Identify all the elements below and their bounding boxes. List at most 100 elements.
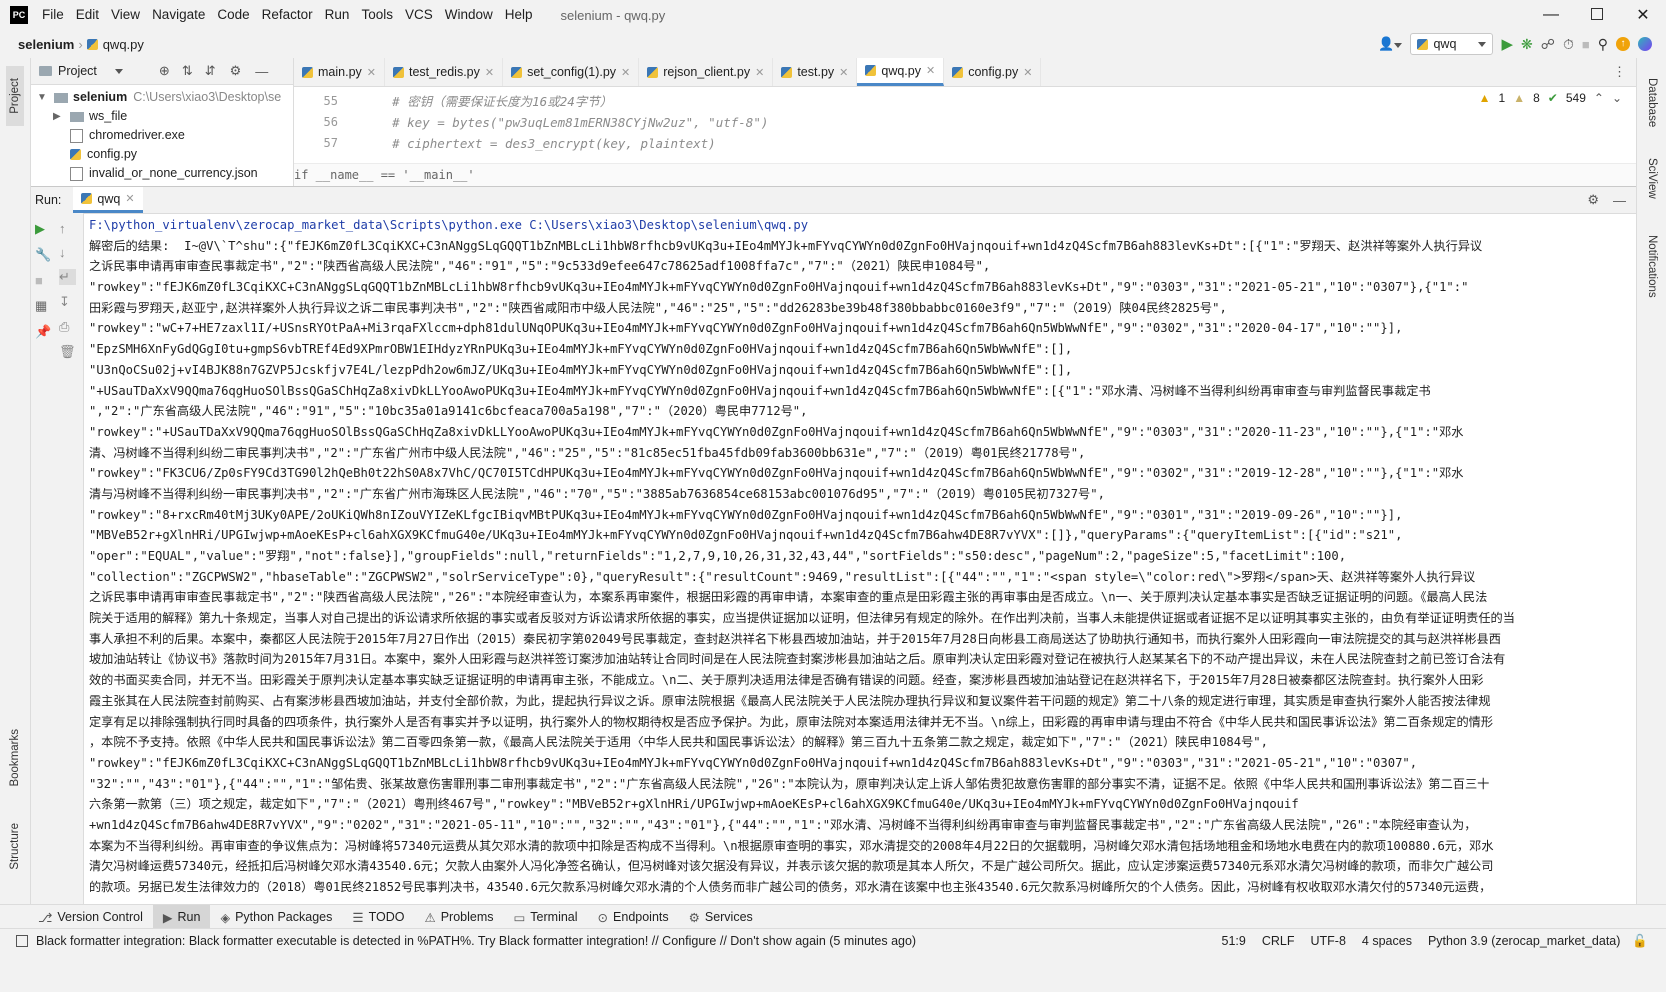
profile-icon[interactable]: ⏱ xyxy=(1563,36,1574,53)
tool-button-endpoints[interactable]: ⊙ Endpoints xyxy=(588,905,679,929)
close-icon[interactable]: ✕ xyxy=(621,66,630,79)
tree-item-chromedriver[interactable]: chromedriver.exe xyxy=(31,126,293,145)
close-icon[interactable]: ✕ xyxy=(926,64,935,77)
status-message[interactable]: Black formatter integration: Black forma… xyxy=(36,934,1136,948)
soft-wrap-icon[interactable]: ↵ xyxy=(59,269,76,285)
console-scrollbar[interactable] xyxy=(1629,213,1636,905)
update-icon[interactable]: ↑ xyxy=(1616,37,1630,51)
database-tool-tab[interactable]: Database xyxy=(1643,68,1661,138)
close-icon[interactable]: ✕ xyxy=(125,192,134,205)
chevron-down-icon[interactable]: ▼ xyxy=(37,88,49,107)
jetbrains-ai-icon[interactable] xyxy=(1638,37,1652,51)
tool-button-todo[interactable]: ☰ TODO xyxy=(342,905,414,929)
file-encoding[interactable]: UTF-8 xyxy=(1303,934,1354,948)
project-tool-tab[interactable]: Project xyxy=(6,66,24,126)
coverage-icon[interactable]: ☍ xyxy=(1541,36,1555,53)
nav-file[interactable]: qwq.py xyxy=(103,37,144,52)
pin-icon[interactable]: 📌 xyxy=(35,324,51,340)
arrow-up-icon[interactable]: ↑ xyxy=(59,221,76,236)
tool-button-run[interactable]: ▶ Run xyxy=(152,905,211,929)
console-output[interactable]: F:\python_virtualenv\zerocap_market_data… xyxy=(89,213,1629,905)
arrow-down-icon[interactable]: ↓ xyxy=(59,245,76,260)
tree-item-ws-file[interactable]: ▶ ws_file xyxy=(31,107,293,126)
search-icon[interactable]: ⚲ xyxy=(1598,36,1608,53)
tab-test[interactable]: test.py ✕ xyxy=(773,58,858,86)
user-icon[interactable]: 👤 xyxy=(1378,36,1403,52)
lock-icon[interactable]: 🔓 xyxy=(1628,934,1652,949)
chevron-down-icon[interactable]: ⌄ xyxy=(1612,91,1622,105)
more-tabs-icon[interactable]: ⋮ xyxy=(1613,64,1626,80)
collapse-all-icon[interactable]: ⇵ xyxy=(205,63,216,79)
chevron-up-icon[interactable]: ⌃ xyxy=(1594,91,1604,105)
layout-icon[interactable] xyxy=(16,935,28,947)
menu-item[interactable]: Code xyxy=(211,0,255,30)
menu-item[interactable]: Navigate xyxy=(146,0,211,30)
menu-item[interactable]: Edit xyxy=(70,0,105,30)
tool-button-problems[interactable]: ⚠ Problems xyxy=(414,905,503,929)
close-icon[interactable]: ✕ xyxy=(755,66,764,79)
code-lines[interactable]: # 密钥（需要保证长度为16或24字节） # key = bytes("pw3u… xyxy=(338,87,768,154)
run-icon[interactable]: ▶ xyxy=(1501,35,1513,53)
menu-item[interactable]: Help xyxy=(499,0,539,30)
run-tab-qwq[interactable]: qwq ✕ xyxy=(73,187,143,213)
sciview-tool-tab[interactable]: SciView xyxy=(1643,148,1661,208)
caret-position[interactable]: 51:9 xyxy=(1214,934,1254,948)
tab-qwq[interactable]: qwq.py ✕ xyxy=(857,58,945,86)
run-icon: ▶ xyxy=(162,910,173,925)
notifications-tool-tab[interactable]: Notifications xyxy=(1643,218,1661,314)
run-config-select[interactable]: qwq xyxy=(1410,33,1494,55)
locate-icon[interactable]: ⊕ xyxy=(159,63,170,79)
chevron-right-icon[interactable]: ▶ xyxy=(53,107,65,126)
tree-root[interactable]: ▼ selenium C:\Users\xiao3\Desktop\se xyxy=(31,88,293,107)
chevron-down-icon[interactable] xyxy=(114,68,123,74)
gear-icon[interactable]: ⚙ xyxy=(230,63,242,79)
tool-button-python-packages[interactable]: ◈ Python Packages xyxy=(210,905,342,929)
close-icon[interactable]: ✕ xyxy=(839,66,848,79)
rerun-icon[interactable]: ▶ xyxy=(35,221,51,237)
tool-button-version-control[interactable]: ⎇ Version Control xyxy=(28,905,153,929)
tab-rejson-client[interactable]: rejson_client.py ✕ xyxy=(639,58,774,86)
indent-setting[interactable]: 4 spaces xyxy=(1354,934,1420,948)
close-icon[interactable]: ✕ xyxy=(485,66,494,79)
layout-icon[interactable]: ▦ xyxy=(35,298,51,314)
maximize-button[interactable] xyxy=(1574,7,1620,23)
project-panel-title[interactable]: Project xyxy=(58,64,97,78)
nav-project[interactable]: selenium xyxy=(18,37,74,52)
tree-item-json[interactable]: invalid_or_none_currency.json xyxy=(31,164,293,183)
trash-icon[interactable]: 🗑 xyxy=(59,344,76,360)
print-icon[interactable]: ⎙ xyxy=(59,319,76,335)
menu-item[interactable]: Window xyxy=(439,0,499,30)
menu-item[interactable]: Refactor xyxy=(256,0,319,30)
close-button[interactable]: ✕ xyxy=(1620,5,1666,25)
structure-tool-tab[interactable]: Structure xyxy=(6,810,24,882)
tree-item-config[interactable]: config.py xyxy=(31,145,293,164)
hide-icon[interactable]: — xyxy=(1613,193,1626,208)
expand-all-icon[interactable]: ⇅ xyxy=(182,63,193,79)
python-interpreter[interactable]: Python 3.9 (zerocap_market_data) xyxy=(1420,934,1628,948)
menu-item[interactable]: Tools xyxy=(355,0,399,30)
inspection-widget[interactable]: ▲ 1 ▲ 8 ✔ 549 ⌃ ⌄ xyxy=(1479,91,1622,105)
scroll-to-end-icon[interactable]: ↧ xyxy=(59,294,76,310)
tool-button-terminal[interactable]: ▭ Terminal xyxy=(503,905,587,929)
tool-button-services[interactable]: ⚙ Services xyxy=(679,905,763,929)
bookmarks-tool-tab[interactable]: Bookmarks xyxy=(6,718,24,798)
tab-set-config[interactable]: set_config(1).py ✕ xyxy=(503,58,640,86)
menu-item[interactable]: View xyxy=(105,0,146,30)
menu-item[interactable]: File xyxy=(36,0,70,30)
stop-icon[interactable]: ■ xyxy=(35,273,51,288)
tab-main[interactable]: main.py ✕ xyxy=(294,58,385,86)
tab-test-redis[interactable]: test_redis.py ✕ xyxy=(385,58,504,86)
tab-config[interactable]: config.py ✕ xyxy=(944,58,1042,86)
stop-icon[interactable]: ■ xyxy=(1582,37,1590,52)
hide-icon[interactable]: — xyxy=(255,64,268,79)
menu-item[interactable]: Run xyxy=(319,0,356,30)
close-icon[interactable]: ✕ xyxy=(367,66,376,79)
debug-icon[interactable]: ❋ xyxy=(1521,36,1533,53)
editor-breadcrumb[interactable]: if __name__ == '__main__' xyxy=(294,163,1636,186)
gear-icon[interactable]: ⚙ xyxy=(1587,192,1599,208)
minimize-button[interactable]: — xyxy=(1528,6,1574,24)
menu-item[interactable]: VCS xyxy=(399,0,439,30)
wrench-icon[interactable]: 🔧 xyxy=(35,247,51,263)
close-icon[interactable]: ✕ xyxy=(1023,66,1032,79)
line-separator[interactable]: CRLF xyxy=(1254,934,1303,948)
